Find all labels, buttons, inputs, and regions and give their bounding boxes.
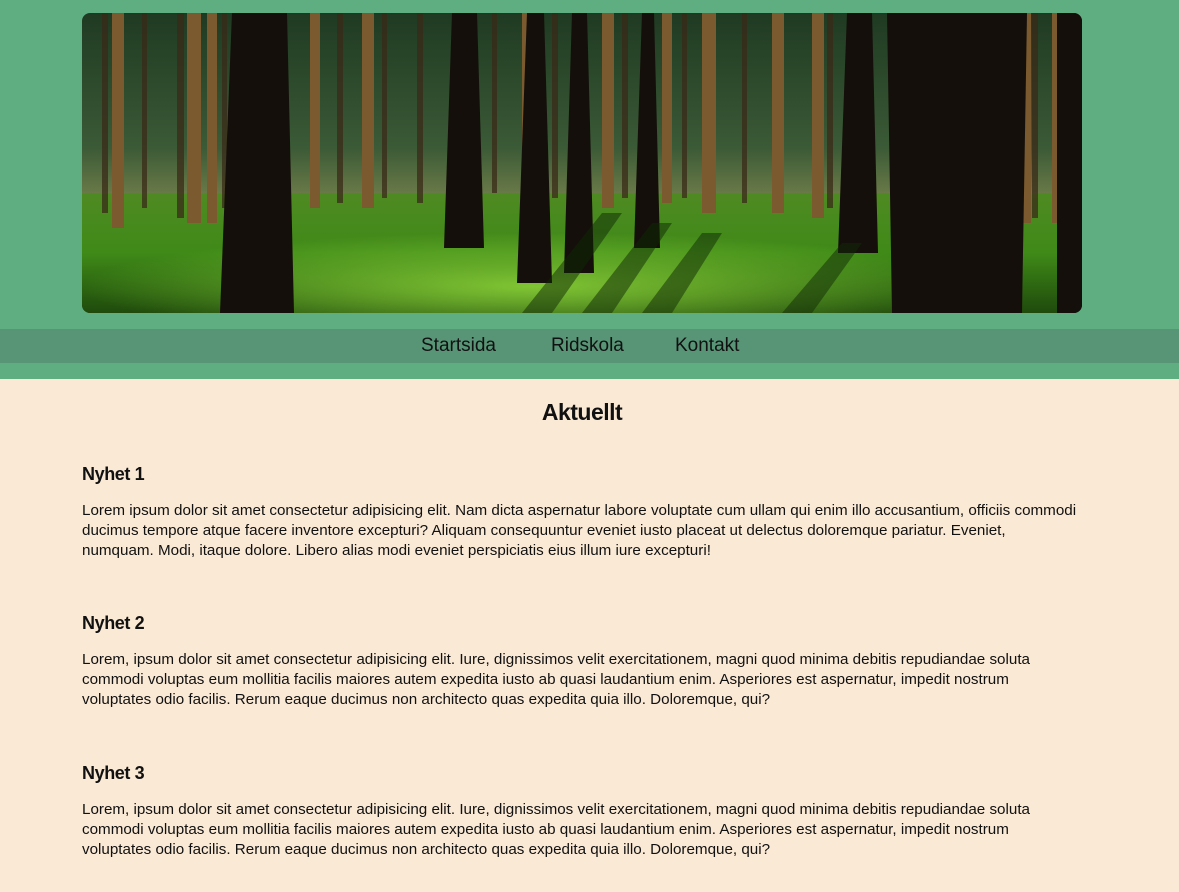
article-body: Lorem ipsum dolor sit amet consectetur a… [82,502,1077,559]
article-body: Lorem, ipsum dolor sit amet consectetur … [82,651,1030,708]
news-article: Nyhet 3 Lorem, ipsum dolor sit amet cons… [82,762,1082,858]
article-title: Nyhet 1 [82,464,145,484]
site-header: Startsida Ridskola Kontakt [0,0,1179,379]
main-nav: Startsida Ridskola Kontakt [0,329,1179,363]
forest-photo [82,13,1082,313]
news-article: Nyhet 1 Lorem ipsum dolor sit amet conse… [82,463,1082,559]
hero-image [82,13,1082,313]
nav-item-kontakt[interactable]: Kontakt [675,335,739,357]
page-title: Aktuellt [541,399,623,425]
news-article: Nyhet 2 Lorem, ipsum dolor sit amet cons… [82,612,1082,708]
article-title: Nyhet 3 [82,763,145,783]
article-title: Nyhet 2 [82,613,145,633]
nav-item-ridskola[interactable]: Ridskola [551,335,624,357]
nav-item-startsida[interactable]: Startsida [421,335,496,357]
article-body: Lorem, ipsum dolor sit amet consectetur … [82,801,1030,858]
